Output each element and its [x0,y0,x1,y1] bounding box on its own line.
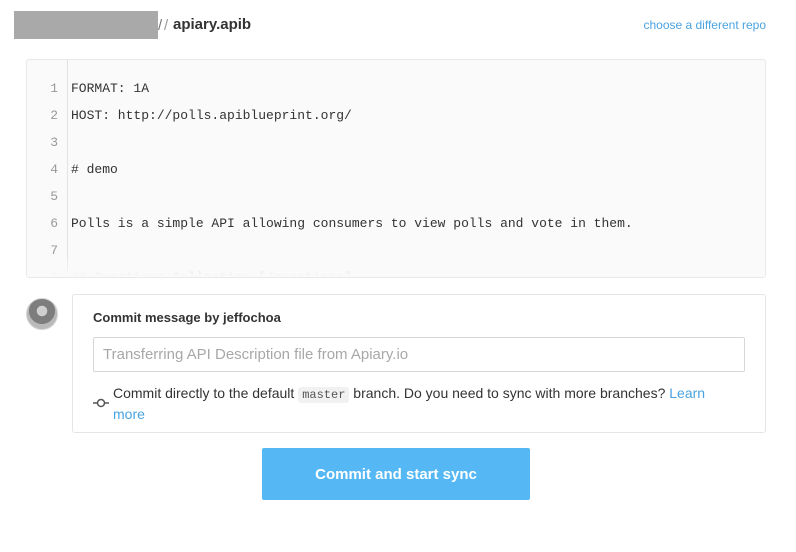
code-preview[interactable]: 1 FORMAT: 1A 2 HOST: http://polls.apiblu… [26,59,766,278]
line-code: HOST: http://polls.apiblueprint.org/ [71,108,352,123]
branch-name: master [298,387,350,403]
line-number: 6 [50,216,58,231]
commit-message-label: Commit message by jeffochoa [93,310,281,325]
commit-panel: Commit message by jeffochoa Commit direc… [72,294,766,433]
repo-header: / / apiary.apib choose a different repo [14,10,782,40]
user-avatar [26,298,58,330]
code-line: 5 [27,183,765,210]
branch-info: Commit directly to the default master br… [113,384,733,424]
git-commit-icon [93,398,109,408]
line-code: Polls is a simple API allowing consumers… [71,216,633,231]
branch-info-prefix: Commit directly to the default [113,385,299,401]
commit-message-input[interactable] [93,337,745,372]
code-line: 6 Polls is a simple API allowing consume… [27,210,765,237]
line-number: 2 [50,108,58,123]
line-code: # demo [71,162,118,177]
redacted-repo-owner [14,11,158,39]
line-number: 4 [50,162,58,177]
editor-fade [27,259,765,277]
code-line: 3 [27,129,765,156]
commit-and-start-sync-button[interactable]: Commit and start sync [262,448,530,500]
repo-owner-tail: / [158,17,163,34]
code-line: 2 HOST: http://polls.apiblueprint.org/ [27,102,765,129]
line-number: 1 [50,81,58,96]
line-number: 5 [50,189,58,204]
code-line: 1 FORMAT: 1A [27,75,765,102]
choose-different-repo-link[interactable]: choose a different repo [643,18,766,32]
branch-info-suffix: branch. Do you need to sync with more br… [349,385,670,401]
line-code: FORMAT: 1A [71,81,150,96]
code-line: 4 # demo [27,156,765,183]
repo-file-name: apiary.apib [173,16,252,33]
line-number: 3 [50,135,58,150]
path-separator: / [164,17,169,34]
